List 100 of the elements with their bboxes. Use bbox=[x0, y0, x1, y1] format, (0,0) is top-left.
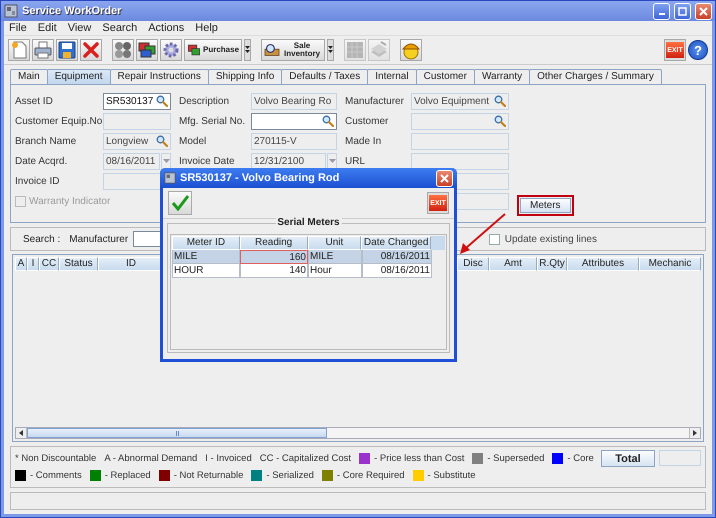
table-cell[interactable]: 08/16/2011 bbox=[362, 250, 432, 264]
input-field[interactable]: 12/31/2100 bbox=[251, 152, 326, 170]
input-field[interactable]: Volvo Equipment bbox=[411, 92, 509, 110]
close-icon bbox=[699, 6, 708, 16]
dropdown-button[interactable] bbox=[327, 39, 334, 61]
search-icon[interactable] bbox=[322, 115, 334, 127]
menu-item[interactable]: View bbox=[68, 22, 92, 34]
dropdown-button[interactable] bbox=[244, 39, 252, 61]
table-cell[interactable]: MILE bbox=[172, 250, 240, 264]
toolbar-button[interactable] bbox=[112, 39, 134, 61]
horizontal-scrollbar[interactable] bbox=[15, 427, 701, 439]
cards-icon bbox=[187, 43, 201, 57]
maximize-button[interactable] bbox=[674, 2, 691, 20]
toolbar-button[interactable] bbox=[56, 39, 78, 61]
save-icon bbox=[58, 42, 76, 58]
column-header[interactable]: Unit bbox=[308, 236, 362, 250]
checkbox-label: Update existing lines bbox=[504, 234, 597, 244]
close-button[interactable] bbox=[436, 170, 453, 186]
column-header[interactable]: Status bbox=[59, 257, 98, 271]
search-icon[interactable] bbox=[156, 135, 168, 147]
scrollbar-thumb[interactable] bbox=[27, 428, 327, 438]
legend-label: - Superseded bbox=[487, 453, 544, 464]
help-button[interactable]: ? bbox=[688, 40, 708, 60]
column-header[interactable]: Meter ID bbox=[172, 236, 240, 250]
toolbar-button[interactable] bbox=[400, 39, 422, 61]
column-header[interactable]: I bbox=[27, 257, 39, 271]
field-label: Manufacturer bbox=[345, 96, 405, 106]
table-cell[interactable]: MILE bbox=[308, 250, 362, 264]
table-cell[interactable]: 160 bbox=[240, 250, 308, 264]
legend-label: - Replaced bbox=[104, 470, 151, 481]
input-field[interactable]: Volvo Bearing Ro bbox=[251, 92, 337, 110]
legend-label: - Price less than Cost bbox=[374, 453, 464, 464]
caret-icon bbox=[328, 159, 336, 163]
table-cell[interactable]: Hour bbox=[308, 264, 362, 278]
input-field[interactable] bbox=[251, 112, 337, 130]
scroll-left-button[interactable] bbox=[16, 428, 27, 438]
group-title: Serial Meters bbox=[275, 217, 342, 228]
column-header[interactable]: Amt bbox=[489, 257, 537, 271]
search-icon[interactable] bbox=[156, 95, 168, 107]
toolbar-button[interactable] bbox=[32, 39, 54, 61]
menu-item[interactable]: Help bbox=[195, 22, 218, 34]
input-field[interactable]: Longview bbox=[103, 132, 171, 150]
column-header[interactable]: Attributes bbox=[567, 257, 639, 271]
field-label: Asset ID bbox=[15, 96, 54, 106]
field-label: Customer Equip.No bbox=[15, 116, 103, 126]
table-cell[interactable]: 140 bbox=[240, 264, 308, 278]
date-picker-button[interactable] bbox=[161, 152, 171, 170]
search-icon[interactable] bbox=[494, 115, 506, 127]
close-button[interactable] bbox=[695, 2, 712, 20]
column-header[interactable]: Disc bbox=[457, 257, 489, 271]
checkbox[interactable] bbox=[488, 234, 500, 244]
column-header[interactable]: CC bbox=[39, 257, 59, 271]
toolbar-button[interactable] bbox=[136, 39, 158, 61]
total-button[interactable]: Total bbox=[601, 450, 655, 467]
tab[interactable]: Main bbox=[10, 69, 48, 84]
toolbar-menu-button[interactable]: Purchase bbox=[184, 39, 242, 61]
grip-icon bbox=[176, 430, 178, 436]
right-arrow-icon bbox=[693, 430, 697, 436]
input-field[interactable]: SR530137 bbox=[103, 92, 171, 110]
field-label: Branch Name bbox=[15, 136, 78, 146]
caret-icon bbox=[245, 46, 250, 54]
column-header[interactable]: Date Changed bbox=[361, 236, 432, 250]
tab[interactable]: Other Charges / Summary bbox=[529, 69, 662, 84]
stack-icon bbox=[371, 41, 388, 57]
minimize-button[interactable] bbox=[653, 2, 670, 20]
table-cell[interactable]: HOUR bbox=[172, 264, 240, 278]
tab[interactable]: Repair Instructions bbox=[110, 69, 209, 84]
legend-label: - Core Required bbox=[336, 470, 405, 481]
app-icon bbox=[164, 172, 176, 184]
dialog-title: SR530137 - Volvo Bearing Rod bbox=[180, 172, 340, 184]
column-header[interactable]: Reading bbox=[240, 236, 308, 250]
menu-item[interactable]: Search bbox=[102, 22, 138, 34]
tab[interactable]: Shipping Info bbox=[208, 69, 282, 84]
input-field[interactable]: 08/16/2011 bbox=[103, 152, 160, 170]
column-header[interactable]: Mechanic bbox=[639, 257, 701, 271]
legend-label: - Comments bbox=[30, 470, 82, 481]
checkmark-icon bbox=[171, 195, 189, 211]
search-icon[interactable] bbox=[494, 95, 506, 107]
toolbar-menu-button[interactable]: Sale Inventory bbox=[261, 39, 326, 61]
scroll-right-button[interactable] bbox=[689, 428, 700, 438]
meters-button[interactable]: Meters bbox=[520, 198, 571, 213]
table-cell[interactable]: 08/16/2011 bbox=[362, 264, 432, 278]
ok-button[interactable] bbox=[168, 191, 192, 215]
tab[interactable]: Equipment bbox=[46, 69, 110, 84]
cards-icon bbox=[138, 42, 156, 58]
date-picker-button[interactable] bbox=[327, 152, 337, 170]
menu-item[interactable]: File bbox=[9, 22, 27, 34]
column-header[interactable]: R.Qty bbox=[537, 257, 567, 271]
field-label: Invoice ID bbox=[15, 176, 60, 186]
hardhat-icon bbox=[402, 44, 420, 60]
tab[interactable]: Warranty bbox=[474, 69, 530, 84]
menu-item[interactable]: Edit bbox=[38, 22, 57, 34]
menu-item[interactable]: Actions bbox=[148, 22, 184, 34]
input-field[interactable]: 270115-V bbox=[251, 132, 337, 150]
column-header[interactable]: A bbox=[15, 257, 27, 271]
legend-label: * Non Discountable bbox=[15, 452, 96, 466]
field-label: Description bbox=[179, 96, 230, 106]
app-icon bbox=[4, 4, 18, 18]
grid-icon bbox=[346, 42, 364, 58]
maximize-icon bbox=[678, 6, 687, 16]
